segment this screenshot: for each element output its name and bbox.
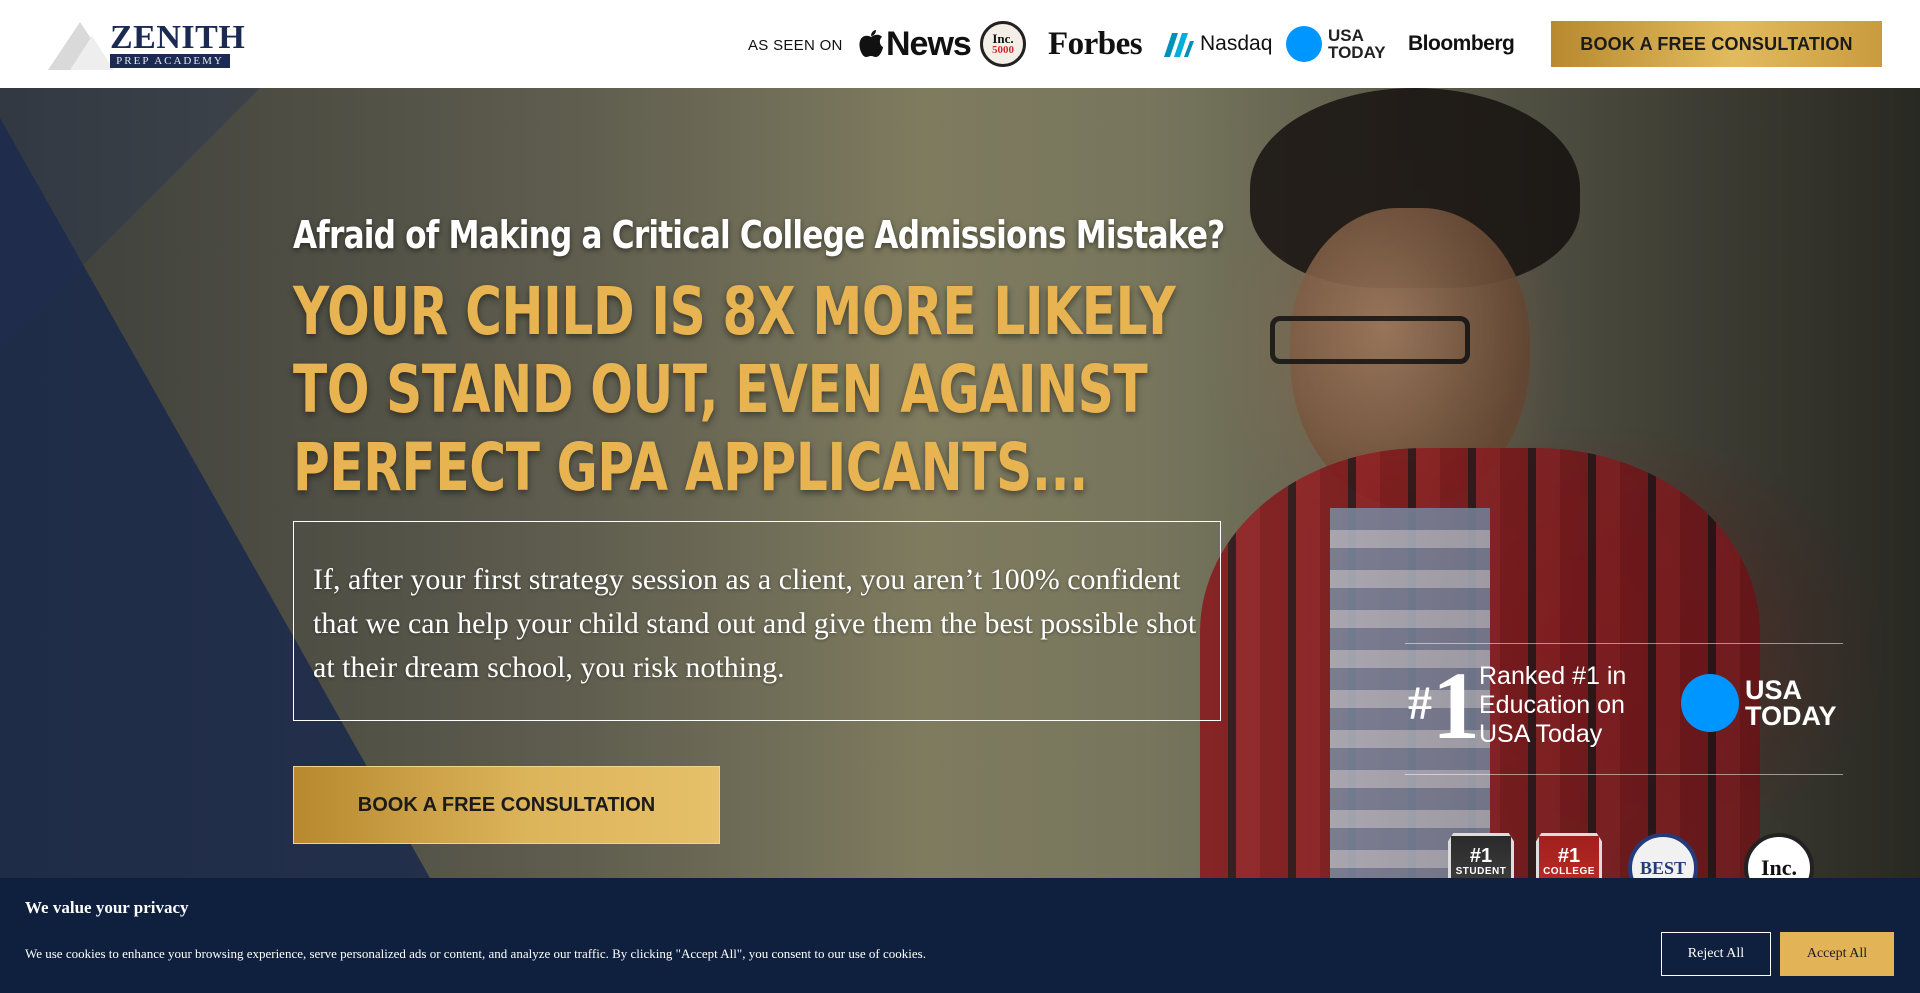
- usa-today-line1: USA: [1328, 26, 1364, 45]
- reject-all-button[interactable]: Reject All: [1661, 932, 1771, 976]
- badge-1-big: #1: [1469, 845, 1493, 867]
- inc-award-badge: Inc.: [1744, 833, 1814, 878]
- rank-line3: USA Today: [1479, 720, 1603, 748]
- hero-headline: YOUR CHILD IS 8X MORE LIKELY TO STAND OU…: [293, 273, 1176, 506]
- inc-5000-logo: Inc. 5000: [980, 18, 1026, 70]
- apple-news-logo: News: [858, 18, 972, 70]
- book-consultation-header-button[interactable]: BOOK A FREE CONSULTATION: [1551, 21, 1882, 67]
- ranking-box: #1 Ranked #1 in Education on USA Today U…: [1405, 643, 1843, 775]
- apple-news-text: News: [886, 24, 972, 63]
- zenith-logo[interactable]: ZENITH PREP ACADEMY: [48, 20, 245, 70]
- hero-subheadline: Afraid of Making a Critical College Admi…: [293, 213, 1225, 257]
- college-award-badge: #1 COLLEGE: [1536, 833, 1602, 878]
- inc-5000-text: 5000: [992, 43, 1014, 56]
- guarantee-box: If, after your first strategy session as…: [293, 521, 1221, 721]
- apple-icon: [859, 30, 883, 57]
- forbes-logo: Forbes: [1048, 25, 1143, 62]
- award-badges: #1 STUDENT #1 COLLEGE BEST Inc.: [1448, 833, 1848, 878]
- usa-today-dot-icon: [1286, 26, 1322, 62]
- cookie-text: We use cookies to enhance your browsing …: [25, 946, 926, 961]
- usa-today-dot-icon: [1681, 674, 1739, 732]
- rank-usa-today-text: USA TODAY: [1745, 675, 1837, 731]
- nasdaq-icon: [1164, 33, 1194, 57]
- rank-usa-line2: TODAY: [1745, 701, 1837, 731]
- usa-today-text: USA TODAY: [1328, 27, 1386, 61]
- rank-line1: Ranked #1 in: [1479, 662, 1627, 690]
- rank-usa-line1: USA: [1745, 675, 1803, 705]
- site-header: ZENITH PREP ACADEMY AS SEEN ON News Inc.…: [0, 0, 1920, 88]
- inc-text: Inc.: [992, 30, 1014, 46]
- rank-one: 1: [1432, 652, 1480, 759]
- logo-brand: ZENITH: [110, 19, 246, 56]
- badge-2-small: COLLEGE: [1543, 866, 1595, 877]
- rank-hash: #: [1408, 677, 1432, 730]
- student-award-badge: #1 STUDENT: [1448, 833, 1514, 878]
- bloomberg-logo: Bloomberg: [1408, 32, 1515, 55]
- nasdaq-text: Nasdaq: [1200, 32, 1273, 55]
- cookie-consent-bar: We value your privacy We use cookies to …: [0, 878, 1920, 993]
- usa-today-line2: TODAY: [1328, 43, 1386, 62]
- best-award-badge: BEST: [1628, 833, 1698, 878]
- accept-all-button[interactable]: Accept All: [1780, 932, 1894, 976]
- badge-3-label: BEST: [1639, 857, 1687, 878]
- rank-line2: Education on: [1479, 691, 1625, 719]
- guarantee-text: If, after your first strategy session as…: [313, 563, 1197, 684]
- hero-section: Afraid of Making a Critical College Admi…: [0, 88, 1920, 878]
- rank-text: Ranked #1 in Education on USA Today: [1479, 662, 1626, 749]
- badge-1-small: STUDENT: [1455, 866, 1507, 877]
- badge-4-label: Inc.: [1760, 855, 1798, 878]
- cookie-title: We value your privacy: [25, 898, 189, 917]
- mountain-icon: [48, 22, 114, 70]
- usa-today-logo: USA TODAY: [1286, 18, 1386, 70]
- rank-usa-today-logo: USA TODAY: [1681, 674, 1837, 732]
- rank-number: #1: [1408, 658, 1480, 754]
- inc-badge: Inc. 5000: [980, 21, 1026, 67]
- badge-2-big: #1: [1557, 845, 1581, 867]
- book-consultation-hero-button[interactable]: BOOK A FREE CONSULTATION: [293, 766, 720, 844]
- logo-sub: PREP ACADEMY: [110, 54, 230, 68]
- as-seen-on-label: AS SEEN ON: [748, 37, 843, 54]
- nasdaq-logo: Nasdaq: [1162, 18, 1272, 70]
